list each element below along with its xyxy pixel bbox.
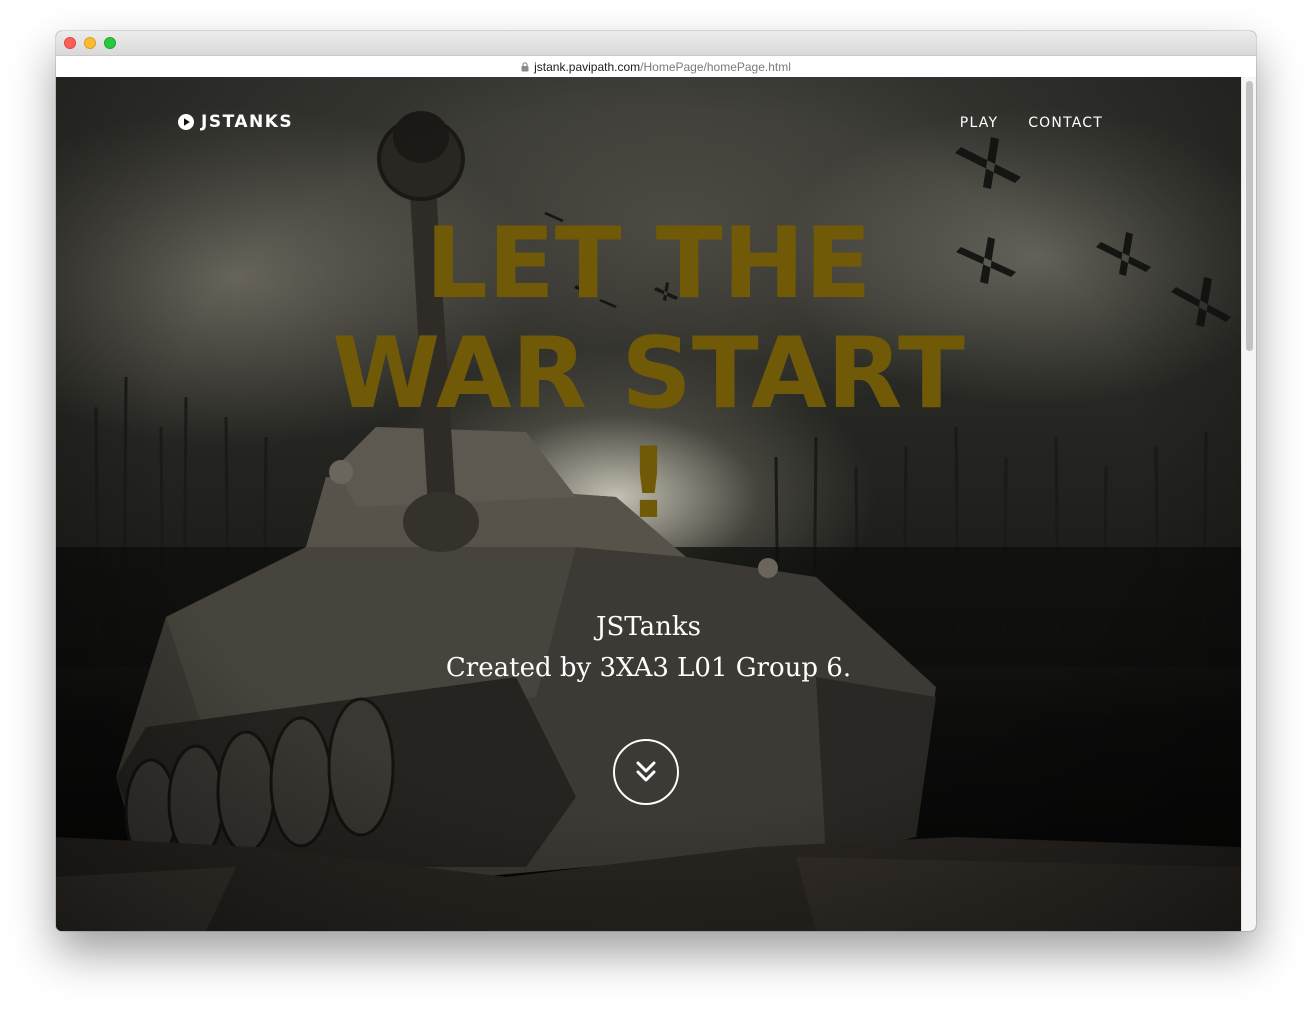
tagline-title: JSTanks bbox=[596, 612, 701, 642]
page: jstank.pavipath.com/HomePage/homePage.ht… bbox=[0, 0, 1312, 1012]
hero-headline: LET THE WAR START ! bbox=[56, 209, 1241, 539]
hero-section: JSTANKS PLAY CONTACT LET THE WAR START !… bbox=[56, 77, 1241, 931]
headline-line-1: LET THE bbox=[425, 207, 872, 321]
nav-link-play[interactable]: PLAY bbox=[960, 115, 998, 131]
zoom-window-button[interactable] bbox=[104, 37, 116, 49]
url-display[interactable]: jstank.pavipath.com/HomePage/homePage.ht… bbox=[521, 60, 791, 74]
hero-tagline: JSTanks Created by 3XA3 L01 Group 6. bbox=[56, 607, 1241, 689]
close-window-button[interactable] bbox=[64, 37, 76, 49]
headline-line-3: ! bbox=[626, 427, 671, 541]
scroll-down-button[interactable] bbox=[613, 739, 679, 805]
nav-link-contact[interactable]: CONTACT bbox=[1028, 115, 1103, 131]
scrollbar-thumb[interactable] bbox=[1246, 81, 1253, 351]
url-path: /HomePage/homePage.html bbox=[640, 59, 791, 74]
minimize-window-button[interactable] bbox=[84, 37, 96, 49]
page-viewport: JSTANKS PLAY CONTACT LET THE WAR START !… bbox=[56, 77, 1256, 931]
brand-name: JSTANKS bbox=[201, 112, 294, 132]
url-host: jstank.pavipath.com bbox=[534, 59, 641, 74]
tagline-credit: Created by 3XA3 L01 Group 6. bbox=[445, 653, 852, 683]
double-chevron-down-icon bbox=[636, 761, 656, 782]
window-titlebar bbox=[56, 31, 1256, 56]
address-bar[interactable]: jstank.pavipath.com/HomePage/homePage.ht… bbox=[56, 56, 1256, 78]
lock-icon bbox=[521, 61, 529, 72]
browser-window: jstank.pavipath.com/HomePage/homePage.ht… bbox=[56, 31, 1256, 931]
top-navigation: PLAY CONTACT bbox=[960, 115, 1103, 131]
vertical-scrollbar[interactable] bbox=[1241, 77, 1256, 931]
headline-line-2: WAR START bbox=[332, 317, 965, 431]
play-circle-icon bbox=[178, 114, 194, 130]
brand-logo-link[interactable]: JSTANKS bbox=[178, 112, 293, 132]
